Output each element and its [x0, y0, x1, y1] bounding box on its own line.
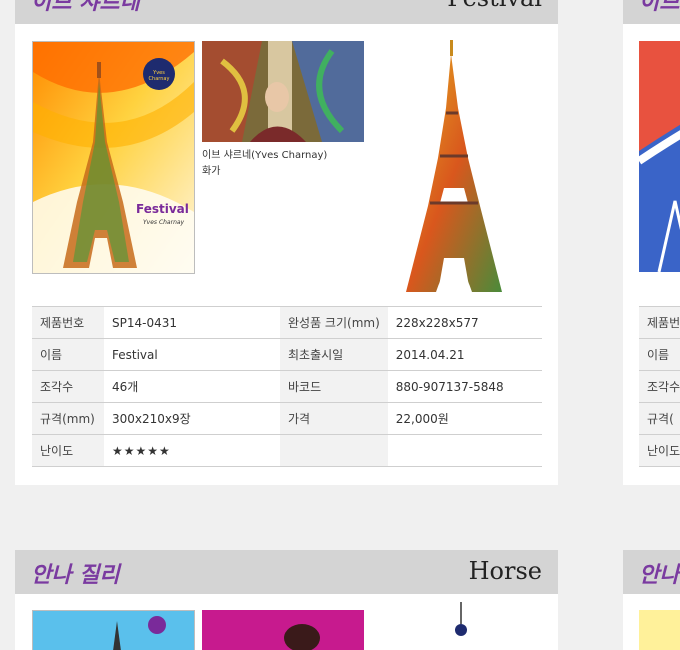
product-card-partial-bottom: 안나 [623, 550, 680, 650]
spec-label: 완성품 크기(mm) [280, 306, 388, 339]
spec-label: 조각수 [32, 370, 104, 403]
product-poster-image[interactable] [639, 41, 680, 272]
product-title: Festival [447, 0, 542, 12]
artist-photo [202, 41, 364, 142]
spec-label: 제품번 [639, 306, 680, 339]
artist-caption-name: 이브 샤르네(Yves Charnay) [202, 150, 328, 161]
artist-caption-role: 화가 [202, 166, 221, 177]
poster-logo-text: Yves Charnay [148, 70, 170, 82]
table-row: 조각수 46개 바코드 880-907137-5848 [32, 370, 542, 403]
poster-festival-word: Festival [136, 202, 189, 216]
spec-label: 이름 [639, 338, 680, 371]
card-header: 이브 [623, 0, 680, 24]
spec-table: 제품번호 SP14-0431 완성품 크기(mm) 228x228x577 이름… [32, 306, 542, 467]
spec-label: 난이도 [639, 434, 680, 467]
product-poster-image[interactable] [32, 610, 195, 650]
spec-value: 880-907137-5848 [387, 370, 542, 403]
artist-name[interactable]: 안나 [639, 557, 679, 589]
spec-value: 22,000원 [387, 402, 542, 435]
card-header: 안나 질리 Horse [15, 550, 558, 594]
product-title: Horse [468, 557, 542, 585]
table-row: 제품번 [639, 306, 680, 339]
table-row: 이름 Festival 최초출시일 2014.04.21 [32, 338, 542, 371]
spec-value [387, 434, 542, 467]
artist-name[interactable]: 이브 [639, 0, 679, 16]
spec-label: 규격( [639, 402, 680, 435]
difficulty-stars: ★★★★★ [104, 434, 280, 467]
spec-label: 제품번호 [32, 306, 104, 339]
card-header: 안나 [623, 550, 680, 594]
spec-label: 조각수 [639, 370, 680, 403]
artist-photo [202, 610, 364, 650]
product-card-partial-top: 이브 제품번 이름 조각수 규격( 난이도 [623, 0, 680, 485]
table-row: 조각수 [639, 370, 680, 403]
puzzle-eiffel-image[interactable] [398, 38, 510, 296]
table-row: 제품번호 SP14-0431 완성품 크기(mm) 228x228x577 [32, 306, 542, 339]
table-row: 난이도 [639, 434, 680, 467]
product-card-festival: 이브 샤르네 Festival Yves Charnay Festival Yv… [15, 0, 558, 485]
product-poster-image[interactable] [639, 610, 680, 650]
spec-label: 최초출시일 [280, 338, 388, 371]
spec-table: 제품번 이름 조각수 규격( 난이도 [639, 306, 680, 467]
spec-value: 228x228x577 [387, 306, 542, 339]
spec-label: 가격 [280, 402, 388, 435]
spec-value: 46개 [104, 370, 280, 403]
table-row: 난이도 ★★★★★ [32, 434, 542, 467]
table-row: 규격( [639, 402, 680, 435]
spec-label: 바코드 [280, 370, 388, 403]
artist-name[interactable]: 이브 샤르네 [31, 0, 140, 16]
puzzle-eiffel-image[interactable] [451, 602, 471, 650]
artist-name[interactable]: 안나 질리 [31, 557, 120, 589]
spec-label [280, 434, 388, 467]
spec-value: 300x210x9장 [104, 402, 280, 435]
spec-label: 난이도 [32, 434, 104, 467]
product-poster-image[interactable]: Yves Charnay Festival Yves Charnay [32, 41, 195, 274]
spec-label: 규격(mm) [32, 402, 104, 435]
table-row: 규격(mm) 300x210x9장 가격 22,000원 [32, 402, 542, 435]
spec-value: Festival [104, 338, 280, 371]
spec-value: 2014.04.21 [387, 338, 542, 371]
spec-value: SP14-0431 [104, 306, 280, 339]
artist-caption: 이브 샤르네(Yves Charnay) 화가 [202, 148, 327, 180]
table-row: 이름 [639, 338, 680, 371]
spec-label: 이름 [32, 338, 104, 371]
product-card-horse: 안나 질리 Horse [15, 550, 558, 650]
card-header: 이브 샤르네 Festival [15, 0, 558, 24]
poster-signature: Yves Charnay [143, 219, 185, 226]
